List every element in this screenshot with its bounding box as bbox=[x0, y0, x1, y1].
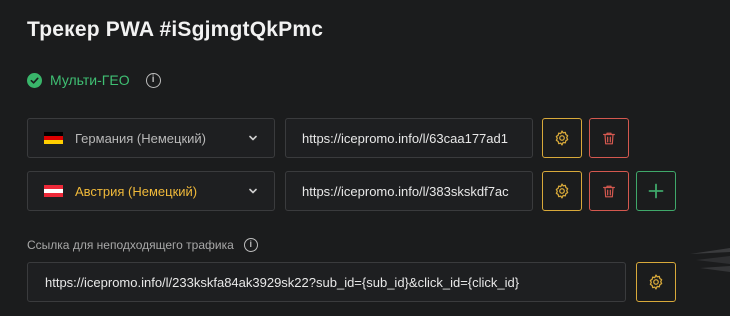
check-circle-icon bbox=[27, 72, 42, 88]
gear-icon bbox=[555, 130, 569, 146]
trash-icon bbox=[603, 132, 615, 144]
offer-url-input[interactable]: https://icepromo.info/l/383skskdf7ac bbox=[285, 171, 533, 211]
flag-austria-icon bbox=[44, 185, 63, 197]
country-select[interactable]: Германия (Немецкий) bbox=[27, 118, 275, 158]
multigeo-status: Мульти-ГЕО i bbox=[27, 72, 161, 88]
fallback-settings-button[interactable] bbox=[636, 262, 676, 302]
offer-url-input[interactable]: https://icepromo.info/l/63caa177ad1 bbox=[285, 118, 533, 158]
flag-germany-icon bbox=[44, 132, 63, 144]
gear-icon bbox=[555, 183, 569, 199]
delete-button[interactable] bbox=[589, 118, 629, 158]
page-title: Трекер PWA #iSgjmgtQkPmc bbox=[27, 18, 324, 41]
fallback-url-input[interactable]: https://icepromo.info/l/233kskfa84ak3929… bbox=[27, 262, 626, 302]
trash-icon bbox=[603, 185, 615, 197]
info-icon[interactable]: i bbox=[243, 238, 258, 252]
multigeo-label: Мульти-ГЕО bbox=[50, 72, 130, 88]
plus-icon bbox=[648, 183, 664, 199]
gear-icon bbox=[649, 274, 663, 290]
fallback-label: Ссылка для неподходящего трафика bbox=[27, 238, 234, 252]
country-select-label: Австрия (Немецкий) bbox=[75, 183, 198, 199]
background-decoration bbox=[690, 248, 730, 272]
tracker-page: Трекер PWA #iSgjmgtQkPmc Мульти-ГЕО i Ге… bbox=[0, 0, 730, 316]
delete-button[interactable] bbox=[589, 171, 629, 211]
fallback-label-row: Ссылка для неподходящего трафика i bbox=[27, 238, 258, 252]
add-geo-button[interactable] bbox=[636, 171, 676, 211]
settings-button[interactable] bbox=[542, 118, 582, 158]
info-icon[interactable]: i bbox=[145, 72, 161, 88]
country-select[interactable]: Австрия (Немецкий) bbox=[27, 171, 275, 211]
country-select-label: Германия (Немецкий) bbox=[75, 130, 206, 146]
chevron-down-icon bbox=[249, 188, 257, 194]
settings-button[interactable] bbox=[542, 171, 582, 211]
chevron-down-icon bbox=[249, 135, 257, 141]
